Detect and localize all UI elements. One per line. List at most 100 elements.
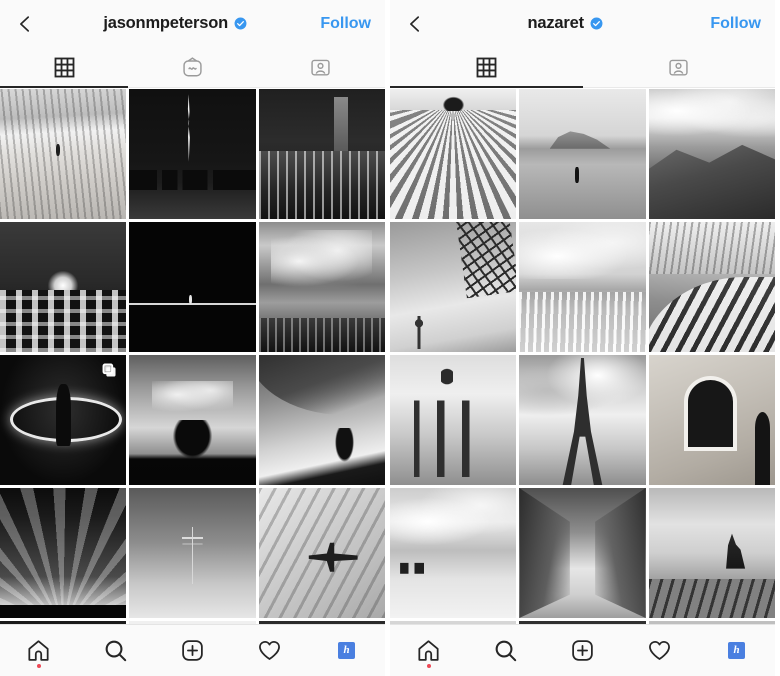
nav-item-create[interactable] [544,625,621,676]
panel-left: jasonmpeterson Follow [0,0,390,676]
post-thumbnail[interactable] [129,488,255,618]
post-thumbnail[interactable] [259,488,385,618]
grid-icon [475,56,498,79]
post-thumbnail[interactable] [129,355,255,485]
tagged-person-icon [667,56,690,79]
chevron-left-icon[interactable] [14,13,36,35]
avatar-icon: h [338,642,355,659]
post-image [519,488,645,618]
post-image [129,89,255,219]
nav-item-profile[interactable]: h [308,625,385,676]
post-thumbnail[interactable] [390,89,516,219]
post-image [259,89,385,219]
home-icon [26,638,51,663]
profile-title: nazaret [426,14,704,33]
verified-badge-icon [234,17,247,30]
post-image [0,222,126,352]
avatar: h [728,642,745,659]
nav-item-search[interactable] [77,625,154,676]
post-thumbnail[interactable] [519,355,645,485]
follow-button[interactable]: Follow [704,15,761,33]
post-image [519,89,645,219]
post-thumbnail[interactable] [649,222,775,352]
post-image [259,355,385,485]
post-image [390,488,516,618]
plus-square-icon [570,638,595,663]
nav-item-search[interactable] [467,625,544,676]
post-thumbnail[interactable] [390,222,516,352]
post-thumbnail[interactable] [519,488,645,618]
dual-screenshot-container: jasonmpeterson Follow [0,0,780,676]
post-thumbnail[interactable] [649,488,775,618]
post-thumbnail[interactable] [390,355,516,485]
post-image [649,89,775,219]
post-image [129,488,255,618]
profile-tabbar [390,47,775,88]
post-thumbnail[interactable] [259,355,385,485]
nav-item-activity[interactable] [621,625,698,676]
post-image [390,222,516,352]
plus-square-icon [180,638,205,663]
post-image [519,355,645,485]
profile-tabbar [0,47,385,88]
bottom-navigation: h [390,624,775,676]
post-image [519,222,645,352]
post-thumbnail[interactable] [390,488,516,618]
home-icon [416,638,441,663]
avatar-icon: h [728,642,745,659]
post-thumbnail[interactable] [0,222,126,352]
profile-title: jasonmpeterson [36,14,314,33]
post-thumbnail[interactable] [259,89,385,219]
post-image [0,89,126,219]
post-image [129,222,255,352]
nav-item-create[interactable] [154,625,231,676]
post-thumbnail[interactable] [649,355,775,485]
profile-username: jasonmpeterson [103,14,228,33]
nav-item-home[interactable] [390,625,467,676]
post-thumbnail[interactable] [259,222,385,352]
tab-grid[interactable] [390,47,583,88]
multi-photo-icon [101,362,118,379]
post-image [390,355,516,485]
tab-igtv[interactable] [128,47,256,88]
posts-grid [390,88,775,624]
posts-grid [0,88,385,624]
heart-icon [257,638,282,663]
search-icon [103,638,128,663]
post-image [390,89,516,219]
post-image [0,488,126,618]
heart-icon [647,638,672,663]
post-thumbnail[interactable] [0,488,126,618]
post-image [649,488,775,618]
nav-item-profile[interactable]: h [698,625,775,676]
nav-item-home[interactable] [0,625,77,676]
post-thumbnail[interactable] [0,355,126,485]
tab-grid[interactable] [0,47,128,88]
tab-tagged[interactable] [583,47,776,88]
verified-badge-icon [590,17,603,30]
post-thumbnail[interactable] [129,222,255,352]
post-thumbnail[interactable] [649,89,775,219]
home-notification-dot [427,664,431,668]
post-image [649,355,775,485]
home-notification-dot [37,664,41,668]
profile-header: jasonmpeterson Follow [0,0,385,47]
grid-icon [53,56,76,79]
chevron-left-icon[interactable] [404,13,426,35]
post-image [129,355,255,485]
post-thumbnail[interactable] [519,89,645,219]
profile-header: nazaret Follow [390,0,775,47]
tab-tagged[interactable] [257,47,385,88]
tagged-person-icon [309,56,332,79]
search-icon [493,638,518,663]
post-thumbnail[interactable] [519,222,645,352]
post-thumbnail[interactable] [129,89,255,219]
post-image [259,222,385,352]
post-image [649,222,775,352]
nav-item-activity[interactable] [231,625,308,676]
bottom-navigation: h [0,624,385,676]
avatar: h [338,642,355,659]
profile-username: nazaret [527,14,583,33]
post-thumbnail[interactable] [0,89,126,219]
follow-button[interactable]: Follow [314,15,371,33]
